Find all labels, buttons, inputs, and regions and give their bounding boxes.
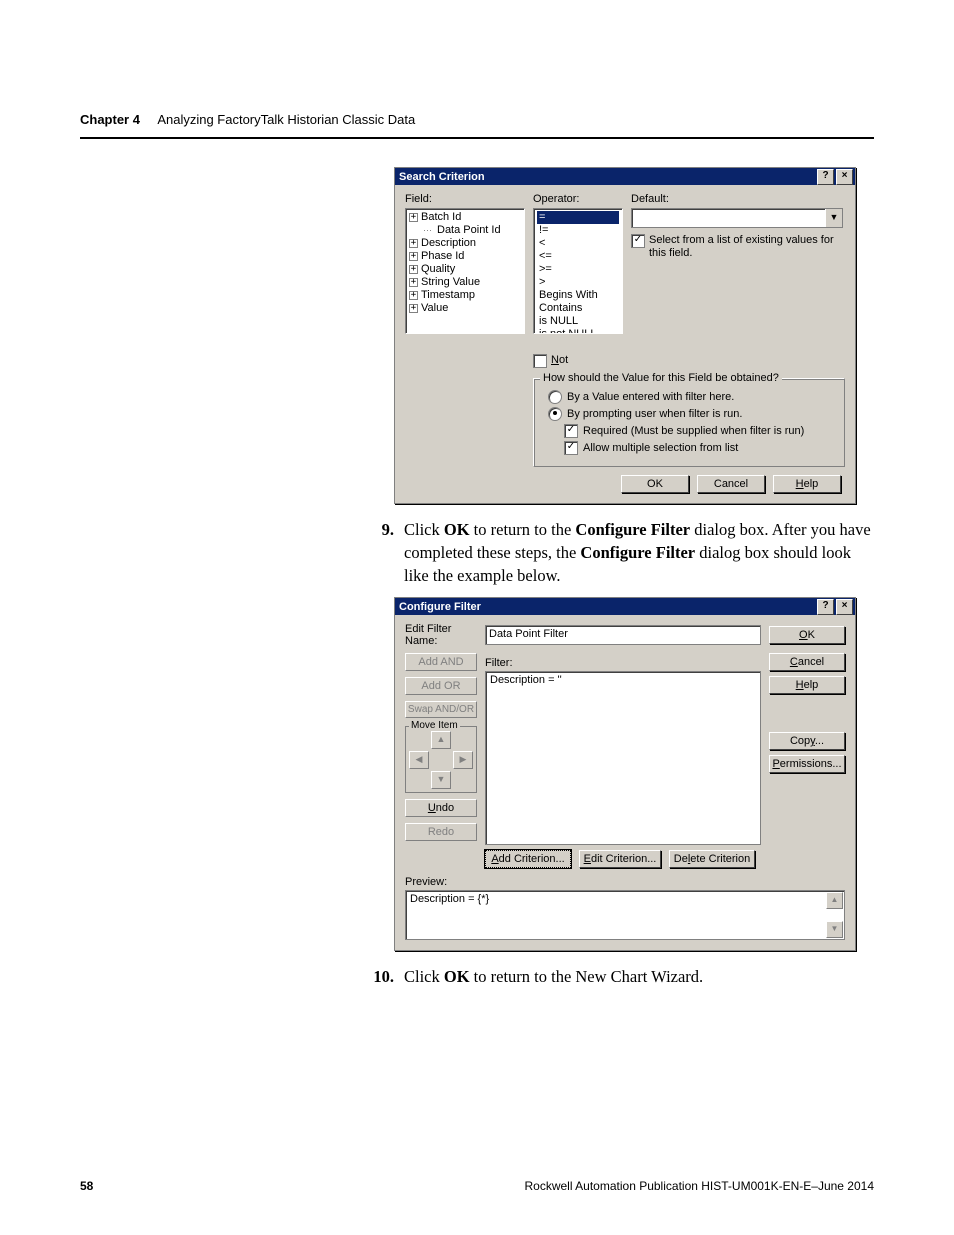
edit-filter-name-label: Edit Filter Name: bbox=[405, 623, 477, 647]
multi-label: Allow multiple selection from list bbox=[583, 442, 738, 454]
ok-button[interactable]: OK bbox=[621, 475, 689, 493]
close-icon[interactable]: × bbox=[836, 169, 853, 185]
tree-item: +Description bbox=[409, 237, 521, 250]
scroll-down-icon[interactable]: ▼ bbox=[826, 921, 843, 938]
close-icon[interactable]: × bbox=[836, 599, 853, 615]
list-item[interactable]: > bbox=[537, 276, 619, 289]
multi-checkbox[interactable]: ✓ bbox=[564, 441, 578, 455]
not-checkbox[interactable] bbox=[533, 354, 547, 368]
step-text: Click OK to return to the New Chart Wiza… bbox=[404, 965, 874, 988]
help-button[interactable]: Help bbox=[769, 676, 845, 694]
group-legend: How should the Value for this Field be o… bbox=[540, 372, 782, 384]
cancel-button[interactable]: Cancel bbox=[769, 653, 845, 671]
tree-item: +Batch Id bbox=[409, 211, 521, 224]
tree-item: +Phase Id bbox=[409, 250, 521, 263]
list-item[interactable]: is not NULL bbox=[537, 328, 619, 334]
filter-label: Filter: bbox=[485, 657, 761, 669]
step-text: Click OK to return to the Configure Filt… bbox=[404, 518, 874, 587]
select-existing-checkbox[interactable]: ✓ bbox=[631, 234, 645, 248]
move-item-legend: Move Item bbox=[409, 720, 460, 731]
header-rule bbox=[80, 137, 874, 139]
running-header: Chapter 4 Analyzing FactoryTalk Historia… bbox=[80, 112, 874, 127]
help-icon[interactable]: ? bbox=[817, 169, 834, 185]
filter-item[interactable]: Description = '' bbox=[490, 674, 562, 686]
obtain-value-group: How should the Value for this Field be o… bbox=[533, 378, 845, 467]
radio-by-prompt[interactable] bbox=[548, 407, 562, 421]
list-item[interactable]: Begins With bbox=[537, 289, 619, 302]
preview-label: Preview: bbox=[405, 876, 845, 888]
operator-list[interactable]: = != < <= >= > Begins With Contains is N… bbox=[533, 208, 623, 334]
ok-button[interactable]: OK bbox=[769, 626, 845, 644]
titlebar: Search Criterion ? × bbox=[395, 168, 855, 185]
select-existing-label: Select from a list of existing values fo… bbox=[649, 234, 845, 260]
chapter-title: Analyzing FactoryTalk Historian Classic … bbox=[157, 112, 415, 127]
move-item-group: Move Item ▲ ◀▶ ▼ bbox=[405, 726, 477, 793]
search-criterion-dialog: Search Criterion ? × Field: +Batch Id Da… bbox=[394, 167, 856, 504]
radio-by-value-label: By a Value entered with filter here. bbox=[567, 391, 734, 403]
chevron-down-icon[interactable]: ▼ bbox=[825, 209, 842, 227]
list-item[interactable]: < bbox=[537, 237, 619, 250]
tree-item: +Quality bbox=[409, 263, 521, 276]
permissions-button[interactable]: Permissions... bbox=[769, 755, 845, 773]
swap-button[interactable]: Swap AND/OR bbox=[405, 701, 477, 718]
configure-filter-dialog: Configure Filter ? × Edit Filter Name: D… bbox=[394, 597, 856, 951]
preview-box: Description = {*} ▲ ▼ bbox=[405, 890, 845, 940]
arrow-right-icon[interactable]: ▶ bbox=[453, 751, 473, 769]
required-checkbox[interactable]: ✓ bbox=[564, 424, 578, 438]
list-item[interactable]: <= bbox=[537, 250, 619, 263]
field-label: Field: bbox=[405, 193, 525, 205]
help-icon[interactable]: ? bbox=[817, 599, 834, 615]
arrow-down-icon[interactable]: ▼ bbox=[431, 771, 451, 789]
step-10: 10. Click OK to return to the New Chart … bbox=[366, 965, 874, 988]
list-item[interactable]: = bbox=[537, 211, 619, 224]
undo-button[interactable]: Undo bbox=[405, 799, 477, 817]
add-and-button[interactable]: Add AND bbox=[405, 653, 477, 671]
add-criterion-button[interactable]: Add Criterion... bbox=[485, 850, 571, 868]
tree-item: +Timestamp bbox=[409, 289, 521, 302]
required-label: Required (Must be supplied when filter i… bbox=[583, 425, 804, 437]
arrow-up-icon[interactable]: ▲ bbox=[431, 731, 451, 749]
tree-item: Data Point Id bbox=[409, 224, 521, 237]
dialog-title: Search Criterion bbox=[399, 171, 485, 183]
titlebar: Configure Filter ? × bbox=[395, 598, 855, 615]
list-item[interactable]: != bbox=[537, 224, 619, 237]
radio-by-prompt-label: By prompting user when filter is run. bbox=[567, 408, 742, 420]
chapter-label: Chapter 4 bbox=[80, 112, 140, 127]
list-item[interactable]: >= bbox=[537, 263, 619, 276]
page-footer: 58 Rockwell Automation Publication HIST-… bbox=[80, 1179, 874, 1193]
field-tree[interactable]: +Batch Id Data Point Id +Description +Ph… bbox=[405, 208, 525, 334]
preview-text: Description = {*} bbox=[410, 893, 489, 905]
operator-label: Operator: bbox=[533, 193, 623, 205]
arrow-left-icon[interactable]: ◀ bbox=[409, 751, 429, 769]
dialog-title: Configure Filter bbox=[399, 601, 481, 613]
radio-by-value[interactable] bbox=[548, 390, 562, 404]
scroll-up-icon[interactable]: ▲ bbox=[826, 892, 843, 909]
tree-item: +Value bbox=[409, 302, 521, 315]
page-number: 58 bbox=[80, 1179, 93, 1193]
cancel-button[interactable]: Cancel bbox=[697, 475, 765, 493]
help-button[interactable]: Help bbox=[773, 475, 841, 493]
step-9: 9. Click OK to return to the Configure F… bbox=[366, 518, 874, 587]
publication-info: Rockwell Automation Publication HIST-UM0… bbox=[524, 1179, 874, 1193]
tree-item: +String Value bbox=[409, 276, 521, 289]
list-item[interactable]: is NULL bbox=[537, 315, 619, 328]
edit-filter-name-input[interactable]: Data Point Filter bbox=[485, 625, 761, 645]
not-label: Not bbox=[551, 354, 568, 367]
add-or-button[interactable]: Add OR bbox=[405, 677, 477, 695]
redo-button[interactable]: Redo bbox=[405, 823, 477, 841]
copy-button[interactable]: Copy... bbox=[769, 732, 845, 750]
filter-listbox[interactable]: Description = '' bbox=[485, 671, 761, 845]
default-combo[interactable]: ▼ bbox=[631, 208, 843, 228]
step-number: 9. bbox=[366, 518, 404, 587]
default-label: Default: bbox=[631, 193, 845, 205]
list-item[interactable]: Contains bbox=[537, 302, 619, 315]
delete-criterion-button[interactable]: Delete Criterion bbox=[669, 850, 755, 868]
edit-criterion-button[interactable]: Edit Criterion... bbox=[579, 850, 661, 868]
step-number: 10. bbox=[366, 965, 404, 988]
